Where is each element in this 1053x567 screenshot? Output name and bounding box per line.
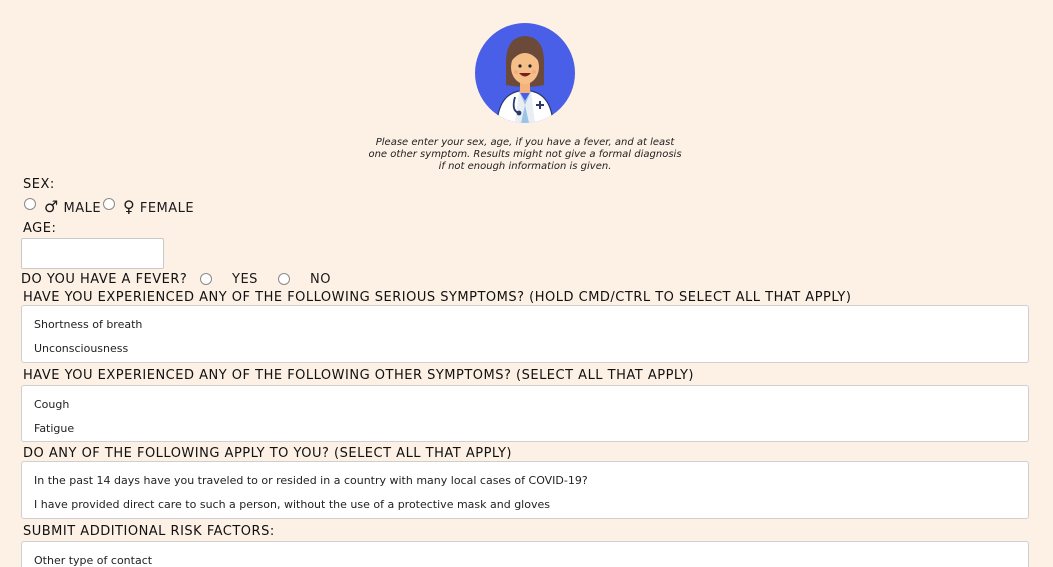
- other-option-fatigue[interactable]: Fatigue: [34, 422, 74, 435]
- fever-yes-radio[interactable]: [200, 273, 212, 285]
- risk-option-other-contact[interactable]: Other type of contact: [34, 554, 152, 567]
- female-icon: ♀: [123, 197, 136, 216]
- apply-option-travel[interactable]: In the past 14 days have you traveled to…: [34, 474, 588, 487]
- sex-male-option[interactable]: ♂ MALE: [44, 197, 101, 216]
- doctor-avatar-icon: [475, 23, 575, 123]
- apply-label: DO ANY OF THE FOLLOWING APPLY TO YOU? (S…: [23, 446, 512, 461]
- sex-label: SEX:: [23, 177, 55, 192]
- apply-option-direct-care[interactable]: I have provided direct care to such a pe…: [34, 498, 550, 511]
- other-symptoms-select[interactable]: Cough Fatigue: [21, 385, 1029, 442]
- age-label: AGE:: [23, 221, 57, 236]
- sex-female-option[interactable]: ♀ FEMALE: [123, 197, 194, 216]
- serious-symptoms-select[interactable]: Shortness of breath Unconsciousness: [21, 305, 1029, 363]
- age-input[interactable]: [21, 238, 164, 269]
- fever-no-label: NO: [310, 272, 331, 287]
- symptom-checker-page: Please enter your sex, age, if you have …: [0, 0, 1053, 567]
- fever-yes-label: YES: [232, 272, 258, 287]
- sex-female-label: FEMALE: [139, 201, 195, 216]
- serious-option-unconsciousness[interactable]: Unconsciousness: [34, 342, 128, 355]
- fever-label: DO YOU HAVE A FEVER?: [21, 272, 188, 287]
- male-icon: ♂: [44, 197, 59, 216]
- risk-factors-label: SUBMIT ADDITIONAL RISK FACTORS:: [23, 524, 275, 539]
- risk-factors-select[interactable]: Other type of contact: [21, 541, 1029, 567]
- sex-female-radio[interactable]: [103, 198, 115, 210]
- fever-no-radio[interactable]: [278, 273, 290, 285]
- apply-select[interactable]: In the past 14 days have you traveled to…: [21, 461, 1029, 519]
- intro-text: Please enter your sex, age, if you have …: [368, 137, 682, 172]
- other-symptoms-label: HAVE YOU EXPERIENCED ANY OF THE FOLLOWIN…: [23, 368, 694, 383]
- sex-male-label: MALE: [63, 201, 102, 216]
- other-option-cough[interactable]: Cough: [34, 398, 69, 411]
- serious-symptoms-label: HAVE YOU EXPERIENCED ANY OF THE FOLLOWIN…: [23, 290, 852, 305]
- serious-option-shortness-of-breath[interactable]: Shortness of breath: [34, 318, 142, 331]
- sex-male-radio[interactable]: [24, 198, 36, 210]
